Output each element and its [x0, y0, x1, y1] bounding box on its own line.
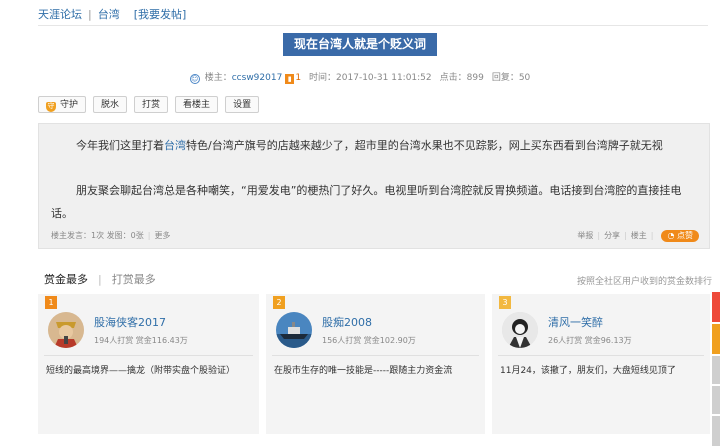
- tab-most-bounty[interactable]: 赏金最多: [44, 273, 88, 286]
- reward-button[interactable]: 打赏: [134, 96, 169, 113]
- shield-icon: 守: [46, 102, 56, 112]
- side-tab-orange[interactable]: [712, 324, 720, 354]
- side-tab-gray-3[interactable]: [712, 416, 720, 446]
- more-link[interactable]: 更多: [154, 231, 170, 240]
- avatar-ship-icon: [276, 312, 312, 348]
- user-stats: 156人打赏 赏金102.90万: [322, 336, 416, 345]
- tab-separator: |: [98, 273, 102, 286]
- breadcrumb-separator: |: [88, 8, 92, 21]
- user-name-link[interactable]: 股痴2008: [322, 314, 372, 330]
- avatar-emperor-icon: [48, 312, 84, 348]
- side-tab-gray-2[interactable]: [712, 386, 720, 414]
- post-paragraph-2: 朋友聚会聊起台湾总是各种嘲笑，“用爱发电”的梗热门了好久。电视里听到台湾腔就反胃…: [51, 184, 682, 220]
- paragraph-1-before: 今年我们这里打着: [76, 139, 164, 152]
- share-link[interactable]: 分享: [604, 231, 620, 240]
- guard-button[interactable]: 守守护: [38, 96, 87, 113]
- card-divider: [498, 355, 704, 356]
- post-title-link[interactable]: 11月24，该撤了，朋友们，大盘短线见顶了: [500, 363, 702, 380]
- like-button[interactable]: ◔ 点赞: [661, 230, 699, 242]
- avatar[interactable]: [276, 312, 312, 348]
- ranking-card[interactable]: 3 清风一笑醉 26人打赏 赏金96.13万 11月24，该撤了，朋友们，大盘短…: [492, 294, 710, 434]
- rank-badge: 2: [273, 296, 285, 309]
- thumbs-up-icon: ◔: [667, 231, 675, 240]
- post-meta: ☺ 楼主：ccsw92017 ▮ 1 时间：2017-10-31 11:01:52 点击：…: [0, 72, 720, 84]
- view-op-button[interactable]: 看楼主: [175, 96, 219, 113]
- ranking-card[interactable]: 2 股痴2008 156人打赏 赏金102.90万 在股市生存的唯一技能是---…: [266, 294, 485, 434]
- title-area: 现在台湾人就是个贬义词: [0, 33, 720, 56]
- post-toolbar: 守守护 脱水 打赏 看楼主 设置: [38, 96, 260, 113]
- keyword-link-taiwan[interactable]: 台湾: [164, 139, 186, 152]
- post-title: 现在台湾人就是个贬义词: [282, 33, 437, 56]
- guard-button-label: 守护: [60, 99, 79, 109]
- post-footer: 楼主发言：1次 发图：0张 | 更多 举报 | 分享 | 楼主 | ◔ 点赞: [51, 230, 699, 242]
- breadcrumb-board-link[interactable]: 台湾: [98, 8, 120, 21]
- post-time: 时间：2017-10-31 11:01:52: [309, 73, 432, 83]
- smiley-icon: ☺: [189, 74, 200, 84]
- level-icon: ▮: [285, 74, 295, 84]
- rank-badge: 1: [45, 296, 57, 309]
- tab-most-reward[interactable]: 打赏最多: [112, 273, 156, 286]
- breadcrumb-forum-link[interactable]: 天涯论坛: [38, 8, 82, 21]
- side-tab-red[interactable]: [712, 292, 720, 322]
- author-label: 楼主：: [204, 73, 232, 83]
- post-title-link[interactable]: 在股市生存的唯一技能是-----跟随主力资金流: [274, 363, 477, 380]
- post-content: 今年我们这里打着台湾特色/台湾产旗号的店越来越少了，超市里的台湾水果也不见踪影，…: [38, 123, 710, 249]
- post-actions: 举报 | 分享 | 楼主 | ◔ 点赞: [577, 230, 699, 242]
- post-paragraph-1: 今年我们这里打着台湾特色/台湾产旗号的店越来越少了，超市里的台湾水果也不见踪影，…: [76, 138, 695, 154]
- reply-count: 回复：50: [491, 73, 531, 83]
- avatar-portrait-icon: [502, 312, 538, 348]
- owner-link[interactable]: 楼主: [631, 231, 647, 240]
- card-divider: [272, 355, 479, 356]
- user-stats: 194人打赏 赏金116.43万: [94, 336, 188, 345]
- post-title-link[interactable]: 短线的最高境界——擒龙（附带实盘个股验证）: [46, 363, 251, 380]
- breadcrumb-divider: [38, 25, 708, 26]
- settings-button[interactable]: 设置: [225, 96, 260, 113]
- user-name-link[interactable]: 清风一笑醉: [548, 314, 603, 330]
- avatar[interactable]: [502, 312, 538, 348]
- user-name-link[interactable]: 股海侠客2017: [94, 314, 166, 330]
- ranking-tabs: 赏金最多 | 打赏最多: [44, 273, 156, 287]
- side-tab-gray-1[interactable]: [712, 356, 720, 384]
- like-button-label: 点赞: [677, 231, 693, 240]
- remove-water-button[interactable]: 脱水: [93, 96, 128, 113]
- user-stats: 26人打赏 赏金96.13万: [548, 336, 632, 345]
- author-level: 1: [295, 73, 302, 83]
- card-divider: [44, 355, 253, 356]
- click-count: 点击：899: [439, 73, 484, 83]
- rank-badge: 3: [499, 296, 511, 309]
- avatar[interactable]: [48, 312, 84, 348]
- ranking-card[interactable]: 1 股海侠客2017 194人打赏 赏金116.43万 短线的最高境界——擒龙（…: [38, 294, 259, 434]
- breadcrumb: 天涯论坛 | 台湾 [我要发帖]: [38, 8, 186, 22]
- report-link[interactable]: 举报: [577, 231, 593, 240]
- ranking-note: 按照全社区用户收到的赏金数排行: [576, 277, 712, 287]
- new-post-link[interactable]: [我要发帖]: [134, 8, 187, 21]
- author-link[interactable]: ccsw92017: [232, 73, 283, 83]
- op-stats: 楼主发言：1次 发图：0张: [51, 231, 144, 240]
- paragraph-1-after: 特色/台湾产旗号的店越来越少了，超市里的台湾水果也不见踪影，网上买东西看到台湾牌…: [186, 139, 663, 152]
